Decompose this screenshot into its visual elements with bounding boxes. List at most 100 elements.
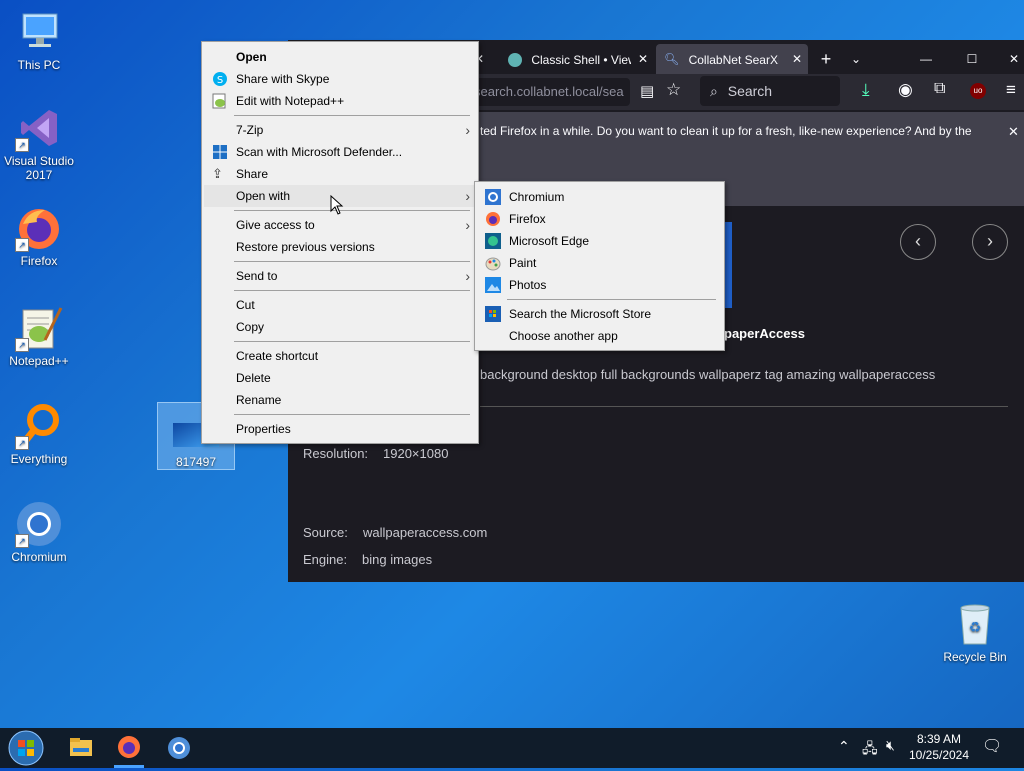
desktop-icon-chromium[interactable]: ↗ Chromium — [1, 500, 77, 564]
new-tab-button[interactable]: + — [814, 44, 838, 74]
notepadpp-icon — [212, 93, 228, 109]
svg-text:S: S — [217, 75, 223, 86]
menu-item-open[interactable]: Open — [204, 46, 476, 68]
maximize-button[interactable]: ☐ — [960, 44, 984, 74]
engine-value: bing images — [362, 552, 433, 567]
desktop-icon-firefox[interactable]: ↗ Firefox — [1, 204, 77, 268]
menu-item-label: Microsoft Edge — [509, 234, 590, 248]
previous-button[interactable]: ‹ — [900, 224, 936, 260]
result-description: background desktop full backgrounds wall… — [480, 367, 936, 382]
menu-item-rename[interactable]: Rename — [204, 389, 476, 411]
menu-item-label: Copy — [236, 320, 265, 334]
start-button[interactable] — [4, 728, 50, 768]
open-with-paint[interactable]: Paint — [477, 252, 722, 274]
desktop-icon-this-pc[interactable]: This PC — [1, 8, 77, 72]
menu-item-restore-previous-versions[interactable]: Restore previous versions — [204, 236, 476, 258]
everything-search-icon: ↗ — [15, 402, 63, 450]
open-with-chromium[interactable]: Chromium — [477, 186, 722, 208]
menu-item-label: Search the Microsoft Store — [509, 307, 652, 321]
search-icon: ⌕ — [710, 83, 718, 99]
open-with-photos[interactable]: Photos — [477, 274, 722, 296]
open-with-microsoft-edge[interactable]: Microsoft Edge — [477, 230, 722, 252]
menu-item-copy[interactable]: Copy — [204, 316, 476, 338]
menu-item-label: Paint — [509, 256, 537, 270]
clock[interactable]: 8:39 AM 10/25/2024 — [906, 731, 972, 763]
download-icon[interactable]: ⤓ — [862, 80, 870, 100]
url-bar[interactable]: search.collabnet.local/sea — [474, 78, 630, 106]
menu-item-label: Rename — [236, 393, 282, 407]
network-icon[interactable]: 🖧︎ — [862, 738, 878, 762]
menu-separator — [234, 115, 470, 116]
menu-item-label: Share — [236, 167, 269, 181]
open-with-submenu: Chromium Firefox Microsoft Edge Paint Ph… — [474, 181, 725, 351]
menu-item-label: Open with — [236, 189, 291, 203]
menu-item-share[interactable]: ⇪ Share — [204, 163, 476, 185]
volume-muted-icon[interactable]: 🔇︎ — [886, 737, 895, 754]
menu-item-send-to[interactable]: Send to › — [204, 265, 476, 287]
context-menu: Open S Share with Skype Edit with Notepa… — [201, 41, 479, 444]
menu-item-edit-with-notepadpp[interactable]: Edit with Notepad++ — [204, 90, 476, 112]
firefox-icon — [485, 211, 501, 227]
menu-item-7zip[interactable]: 7-Zip › — [204, 119, 476, 141]
close-icon[interactable]: ✕ — [792, 44, 802, 74]
menu-item-label: 7-Zip — [236, 123, 264, 137]
menu-item-label: Scan with Microsoft Defender... — [236, 145, 403, 159]
desktop-icon-recycle-bin[interactable]: ♻ Recycle Bin — [937, 600, 1013, 664]
desktop-icon-visual-studio[interactable]: ↗ Visual Studio 2017 — [1, 104, 77, 182]
menu-hamburger-icon[interactable]: ≡ — [1006, 80, 1016, 100]
show-hidden-icons-button[interactable]: ⌃ — [838, 738, 850, 755]
file-explorer-button[interactable] — [58, 728, 104, 768]
chromium-taskbar-button[interactable] — [156, 728, 202, 768]
desktop-icon-everything[interactable]: ↗ Everything — [1, 402, 77, 466]
menu-item-label: Open — [236, 50, 267, 64]
menu-item-scan-defender[interactable]: Scan with Microsoft Defender... — [204, 141, 476, 163]
menu-item-properties[interactable]: Properties — [204, 418, 476, 440]
menu-item-create-shortcut[interactable]: Create shortcut — [204, 345, 476, 367]
close-icon[interactable]: ✕ — [1008, 124, 1019, 140]
taskbar: ⌃ 🖧︎ 🔇︎ 8:39 AM 10/25/2024 🗨︎ — [0, 728, 1024, 768]
action-center-icon[interactable]: 🗨︎ — [982, 736, 1002, 756]
firefox-icon: ↗ — [15, 204, 63, 252]
chevron-right-icon: › — [465, 188, 470, 204]
menu-item-label: Restore previous versions — [236, 240, 375, 254]
classic-shell-icon — [508, 52, 522, 67]
result-title[interactable]: paperAccess — [724, 326, 805, 341]
desktop-icon-notepadpp[interactable]: ↗ Notepad++ — [1, 304, 77, 368]
extensions-icon[interactable]: ⧉ — [934, 80, 945, 98]
minimize-button[interactable]: — — [914, 44, 938, 74]
open-with-choose-another-app[interactable]: Choose another app — [477, 325, 722, 347]
desktop-icon-label: Notepad++ — [9, 354, 69, 368]
visual-studio-icon: ↗ — [15, 104, 63, 152]
skype-icon: S — [212, 71, 228, 87]
close-icon[interactable]: ✕ — [638, 44, 648, 74]
ublock-origin-icon[interactable]: uo — [970, 83, 986, 99]
bookmark-star-icon[interactable]: ☆ — [666, 80, 681, 100]
tab-classic-shell[interactable]: Classic Shell • View ✕ — [502, 44, 652, 74]
tab-title: CollabNet SearXNG — [688, 52, 779, 67]
close-window-button[interactable]: ✕ — [1004, 44, 1024, 74]
desktop-icon-label: Visual Studio 2017 — [4, 154, 74, 182]
open-with-search-store[interactable]: Search the Microsoft Store — [477, 303, 722, 325]
chevron-right-icon: › — [465, 122, 470, 138]
menu-item-cut[interactable]: Cut — [204, 294, 476, 316]
menu-item-delete[interactable]: Delete — [204, 367, 476, 389]
mouse-cursor-icon — [330, 194, 344, 218]
tab-title: Classic Shell • View — [531, 52, 632, 67]
search-box[interactable]: ⌕ Search — [700, 76, 840, 106]
search-icon: 🔍︎ — [664, 52, 680, 66]
menu-item-label: Firefox — [509, 212, 546, 226]
open-with-firefox[interactable]: Firefox — [477, 208, 722, 230]
paint-palette-icon — [485, 255, 501, 271]
desktop-icon-label: Chromium — [11, 550, 67, 564]
reader-view-icon[interactable]: ▤ — [640, 82, 654, 100]
next-button[interactable]: › — [972, 224, 1008, 260]
firefox-taskbar-button[interactable] — [106, 728, 152, 768]
computer-icon — [15, 8, 63, 56]
account-icon[interactable]: ◉ — [898, 80, 913, 100]
clock-time: 8:39 AM — [916, 732, 962, 746]
tab-collabnet-searxng[interactable]: 🔍︎ CollabNet SearXNG ✕ — [656, 44, 808, 74]
menu-item-share-with-skype[interactable]: S Share with Skype — [204, 68, 476, 90]
list-all-tabs-button[interactable]: ⌄ — [846, 44, 866, 74]
menu-separator — [234, 290, 470, 291]
shortcut-arrow-icon: ↗ — [15, 138, 29, 152]
